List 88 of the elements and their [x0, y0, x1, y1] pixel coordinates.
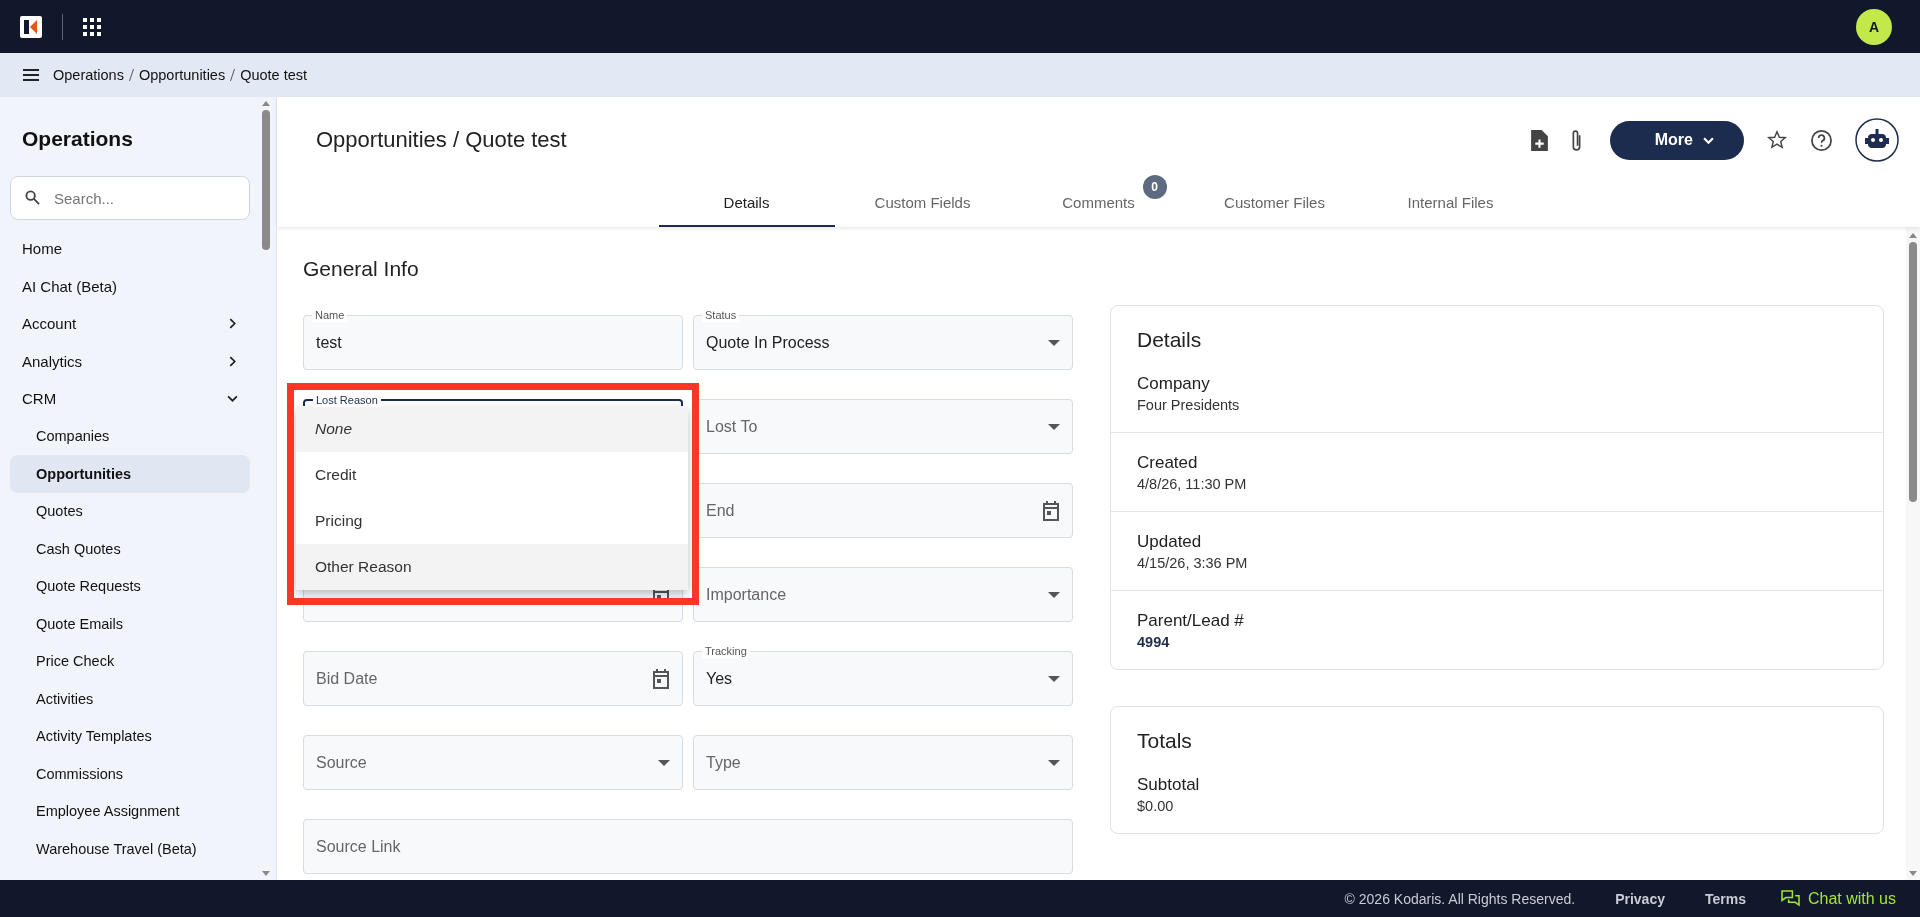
field-label: Tracking: [702, 644, 750, 658]
scroll-down-icon[interactable]: [1909, 871, 1917, 876]
tab[interactable]: Details: [658, 179, 835, 227]
star-icon[interactable]: [1766, 129, 1788, 151]
footer-link[interactable]: Privacy: [1615, 890, 1665, 907]
detail-label: Created: [1137, 453, 1199, 473]
help-icon[interactable]: [1810, 128, 1833, 152]
sidebar-item[interactable]: Activities: [10, 680, 250, 718]
chevron-right-icon: [227, 318, 238, 330]
sidebar-item[interactable]: Account: [10, 305, 250, 343]
more-button[interactable]: More: [1609, 120, 1744, 160]
detail-value: Four Presidents: [1137, 397, 1241, 413]
select-field[interactable]: Source: [303, 735, 683, 790]
sidebar-item[interactable]: Price Check: [10, 642, 250, 680]
menu-icon[interactable]: [23, 69, 39, 81]
scroll-down-icon[interactable]: [262, 871, 270, 876]
logo-icon: [20, 15, 42, 38]
menu-option[interactable]: Other Reason: [296, 544, 688, 590]
chevron-right-icon: [227, 355, 238, 367]
page-title: Opportunities / Quote test: [316, 127, 567, 153]
caret-icon: [1048, 423, 1060, 430]
date-field[interactable]: Bid Date: [303, 651, 683, 706]
caret-icon: [1048, 759, 1060, 766]
sidebar-item[interactable]: Home: [10, 230, 250, 268]
scroll-up-icon[interactable]: [262, 101, 270, 106]
breadcrumb-link[interactable]: Operations: [53, 67, 124, 83]
scroll-up-icon[interactable]: [1909, 233, 1917, 238]
sidebar-item[interactable]: Quote Emails: [10, 605, 250, 643]
sidebar-item[interactable]: Companies: [10, 417, 250, 455]
footer-link[interactable]: Terms: [1704, 890, 1746, 907]
field-label: Lost Reason: [313, 393, 381, 407]
chat-link[interactable]: Chat with us: [1780, 889, 1896, 908]
sidebar-item[interactable]: Warehouse Travel (Beta): [10, 830, 250, 868]
detail-label: Updated: [1137, 532, 1203, 552]
field-label: Name: [312, 308, 348, 322]
field-label: Status: [702, 308, 740, 322]
count-badge: 0: [1142, 175, 1167, 199]
card-title: Totals: [1136, 728, 1193, 754]
menu-option[interactable]: None: [296, 406, 688, 452]
detail-label: Subtotal: [1137, 775, 1201, 795]
sidebar-item[interactable]: AI Chat (Beta): [10, 267, 250, 305]
detail-value: 4/8/26, 11:30 PM: [1137, 476, 1248, 492]
caret-icon: [658, 759, 670, 766]
chevron-down-icon: [227, 393, 238, 405]
search-icon: [25, 190, 40, 205]
sidebar-item[interactable]: Opportunities: [10, 455, 250, 493]
detail-link[interactable]: 4994: [1137, 634, 1857, 650]
sidebar-item[interactable]: Commissions: [10, 755, 250, 793]
add-document-icon[interactable]: [1530, 129, 1548, 151]
sidebar-item[interactable]: Employee Assignment: [10, 792, 250, 830]
sidebar-item[interactable]: Activity Templates: [10, 717, 250, 755]
breadcrumb-link[interactable]: Opportunities: [138, 67, 226, 83]
tab[interactable]: Customer Files: [1186, 179, 1363, 227]
section-title: General Info: [303, 257, 420, 281]
detail-label: Parent/Lead #: [1137, 611, 1245, 631]
sidebar-item[interactable]: Analytics: [10, 342, 250, 380]
sidebar-item[interactable]: Quote Requests: [10, 567, 250, 605]
calendar-icon: [1042, 500, 1060, 521]
tab[interactable]: Custom Fields: [834, 179, 1011, 227]
user-avatar[interactable]: A: [1856, 8, 1892, 45]
apps-grid-icon[interactable]: [83, 17, 101, 36]
text-field[interactable]: Source Link: [303, 819, 1073, 874]
menu-option[interactable]: Pricing: [296, 498, 688, 544]
separator-icon: [230, 69, 236, 81]
menu-option[interactable]: Credit: [296, 452, 688, 498]
tab[interactable]: Internal Files: [1362, 179, 1539, 227]
separator-icon: [128, 69, 134, 81]
scrollbar-thumb[interactable]: [262, 110, 270, 250]
scrollbar-thumb[interactable]: [1909, 242, 1917, 502]
sidebar-item[interactable]: CRM: [10, 380, 250, 418]
sidebar-item[interactable]: Quotes: [10, 492, 250, 530]
card-title: Details: [1136, 327, 1203, 353]
caret-icon: [1048, 339, 1060, 346]
sidebar-item[interactable]: Cash Quotes: [10, 530, 250, 568]
sidebar-title: Operations: [21, 126, 134, 152]
calendar-icon: [652, 668, 670, 689]
caret-icon: [1048, 675, 1060, 682]
robot-icon[interactable]: [1855, 118, 1899, 162]
select-field[interactable]: Importance: [693, 567, 1073, 622]
detail-value: 4/15/26, 3:36 PM: [1137, 555, 1249, 571]
search-field[interactable]: Search...: [10, 176, 250, 220]
copyright-text: © 2026 Kodaris. All Rights Reserved.: [1344, 890, 1576, 907]
detail-label: Company: [1137, 374, 1211, 394]
detail-value: $0.00: [1137, 798, 1175, 814]
scrollbar[interactable]: [1906, 227, 1920, 880]
select-field[interactable]: Type: [693, 735, 1073, 790]
chat-icon: [1780, 890, 1800, 907]
caret-icon: [1048, 591, 1060, 598]
